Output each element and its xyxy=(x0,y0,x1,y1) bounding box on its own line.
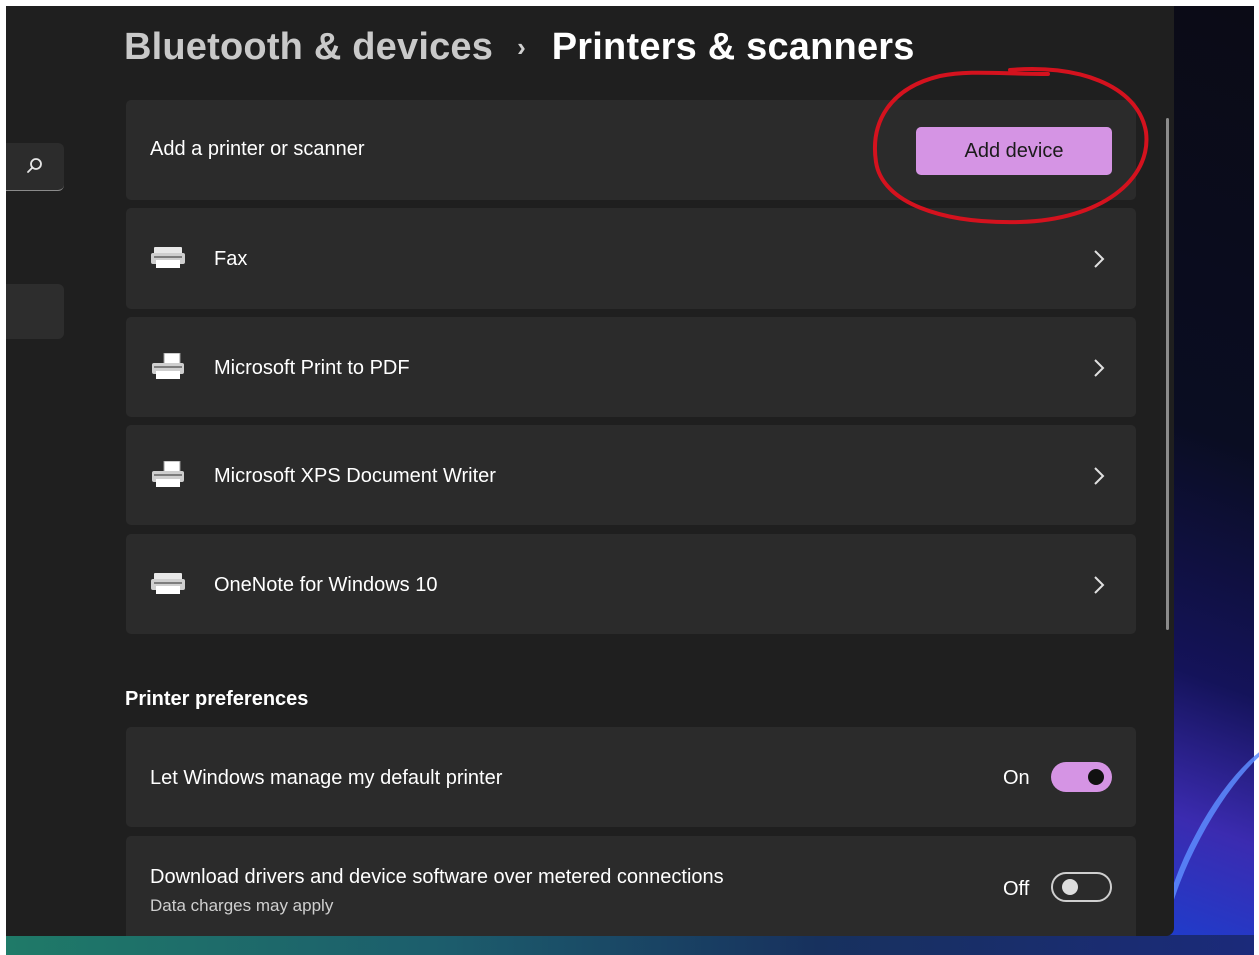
document-printer-icon xyxy=(152,353,184,379)
screen: Bluetooth & devices › Printers & scanner… xyxy=(0,0,1259,955)
printer-name: Microsoft XPS Document Writer xyxy=(214,465,496,487)
pref-row-metered-downloads: Download drivers and device software ove… xyxy=(126,836,1136,936)
pref-label: Let Windows manage my default printer xyxy=(150,767,503,789)
add-printer-card: Add a printer or scanner Add device xyxy=(126,100,1136,200)
pref-label: Download drivers and device software ove… xyxy=(150,866,724,888)
default-printer-toggle[interactable] xyxy=(1051,762,1112,792)
pref-row-default-printer: Let Windows manage my default printer On xyxy=(126,727,1136,827)
printer-row-onenote[interactable]: OneNote for Windows 10 xyxy=(126,534,1136,634)
printer-row-print-to-pdf[interactable]: Microsoft Print to PDF xyxy=(126,317,1136,417)
printer-name: Fax xyxy=(214,248,248,270)
metered-downloads-toggle[interactable] xyxy=(1051,872,1112,902)
document-printer-icon xyxy=(152,461,184,487)
nav-search-button[interactable] xyxy=(6,143,64,191)
breadcrumb-separator: › xyxy=(517,31,526,62)
nav-selected-item[interactable] xyxy=(6,284,64,339)
chevron-right-icon xyxy=(1094,576,1105,594)
toggle-knob xyxy=(1088,769,1104,785)
toggle-knob xyxy=(1062,879,1078,895)
chevron-right-icon xyxy=(1094,467,1105,485)
pref-sublabel: Data charges may apply xyxy=(150,896,334,915)
printer-row-xps-writer[interactable]: Microsoft XPS Document Writer xyxy=(126,425,1136,525)
toggle-state-label: Off xyxy=(1003,878,1030,900)
scrollbar-thumb[interactable] xyxy=(1166,118,1169,630)
breadcrumb: Bluetooth & devices › Printers & scanner… xyxy=(124,22,915,72)
fax-printer-icon xyxy=(151,573,185,594)
chevron-right-icon xyxy=(1094,359,1105,377)
printer-row-fax[interactable]: Fax xyxy=(126,208,1136,309)
settings-window: Bluetooth & devices › Printers & scanner… xyxy=(6,6,1174,936)
add-device-button[interactable]: Add device xyxy=(916,127,1112,175)
chevron-right-icon xyxy=(1094,250,1105,268)
section-title-printer-preferences: Printer preferences xyxy=(125,688,309,710)
breadcrumb-parent-link[interactable]: Bluetooth & devices xyxy=(124,26,493,69)
toggle-state-label: On xyxy=(1003,767,1030,789)
page-title: Printers & scanners xyxy=(551,25,915,68)
printer-name: Microsoft Print to PDF xyxy=(214,357,410,379)
printer-name: OneNote for Windows 10 xyxy=(214,574,438,596)
fax-printer-icon xyxy=(151,247,185,268)
taskbar-edge xyxy=(6,935,1254,955)
search-icon xyxy=(27,158,42,173)
add-printer-label: Add a printer or scanner xyxy=(150,138,365,160)
